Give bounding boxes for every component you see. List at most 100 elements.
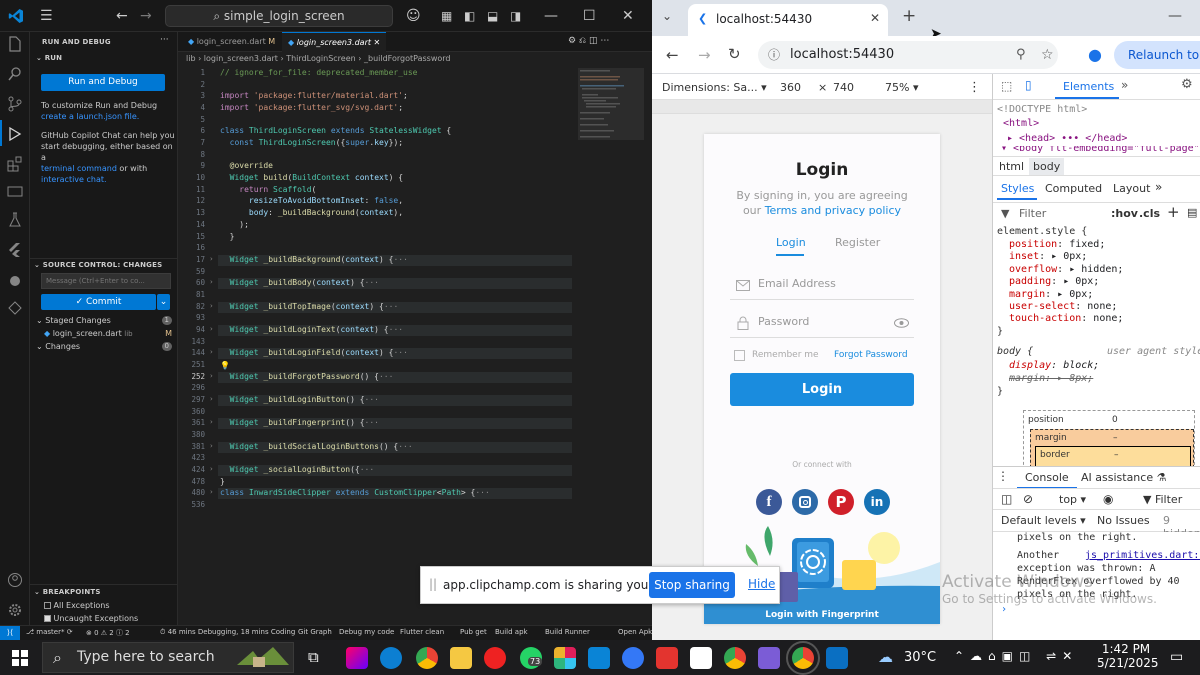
checkbox[interactable] — [44, 602, 51, 609]
dom-html[interactable]: <html> — [1003, 118, 1039, 129]
hov-toggle[interactable]: :hov — [1111, 207, 1138, 220]
more-actions-icon[interactable]: ··· — [160, 35, 169, 45]
code-line[interactable]: } — [220, 477, 225, 486]
code-line[interactable]: } — [220, 232, 235, 241]
more-tabs-icon[interactable]: » — [1121, 78, 1128, 92]
run-debug-icon[interactable] — [7, 126, 23, 142]
windows-start-icon[interactable] — [12, 650, 28, 666]
checkbox-checked[interactable] — [44, 615, 51, 622]
remember-me-checkbox[interactable] — [734, 350, 745, 361]
code-line[interactable]: body: _buildBackground(context), — [220, 208, 403, 217]
run-and-debug-button[interactable]: Run and Debug — [41, 74, 165, 91]
console-filter[interactable]: ▼ Filter — [1143, 493, 1182, 506]
code-line[interactable]: return Scaffold( — [220, 185, 316, 194]
file-explorer-icon[interactable] — [450, 647, 472, 669]
system-tray-icons[interactable]: ⌃☁⌂▣◫ ⇌✕ — [954, 649, 1078, 663]
task-view-icon[interactable]: ⧉ — [308, 648, 319, 666]
code-line[interactable]: Widget _buildTopImage(context) {··· — [220, 302, 399, 311]
dom-head[interactable]: ▸ <head> ••• </head> — [1007, 133, 1127, 144]
instagram-icon[interactable] — [792, 489, 818, 515]
forward-arrow-icon[interactable]: → — [140, 8, 152, 24]
facebook-icon[interactable]: f — [756, 489, 782, 515]
gitlens-icon[interactable] — [7, 300, 23, 316]
tab-styles[interactable]: Styles — [1001, 182, 1034, 195]
terminal-command-link[interactable]: terminal command — [41, 164, 117, 173]
app-store-icon[interactable] — [622, 647, 644, 669]
status-flutter-clean[interactable]: Flutter clean — [400, 628, 444, 636]
tab-register[interactable]: Register — [835, 236, 880, 249]
mail-app-icon[interactable] — [826, 647, 848, 669]
tab-layout[interactable]: Layout — [1113, 182, 1150, 195]
fingerprint-label[interactable]: Login with Fingerprint — [704, 610, 940, 620]
browser-tab[interactable]: ❮ localhost:54430 ✕ — [688, 4, 888, 36]
console-sidebar-icon[interactable]: ◫ — [1001, 492, 1012, 506]
settings-gear-icon[interactable] — [7, 602, 23, 618]
slack-icon[interactable] — [554, 647, 576, 669]
commit-button[interactable]: ✓ Commit — [41, 294, 156, 310]
apple-icon[interactable] — [7, 272, 23, 288]
code-line[interactable]: Widget _buildFingerprint() {··· — [220, 418, 379, 427]
code-line[interactable]: Widget _buildForgotPassword() {··· — [220, 372, 394, 381]
toggle-sidebar-icon[interactable]: ▤ — [1187, 206, 1197, 219]
stop-sharing-button[interactable]: Stop sharing — [649, 572, 735, 598]
inspect-element-icon[interactable]: ⬚ — [1001, 79, 1012, 93]
wakatime-indicator[interactable]: ⏱ 46 mins Debugging, 18 mins Coding — [160, 628, 295, 637]
rule-body[interactable]: body { — [997, 346, 1033, 357]
remote-explorer-icon[interactable] — [7, 184, 23, 200]
changes-group[interactable]: ⌄ Changes 0 — [36, 341, 172, 352]
zoom-select[interactable]: 75% ▾ — [885, 81, 918, 94]
tab-elements[interactable]: Elements — [1063, 80, 1114, 93]
code-line[interactable]: const ThirdLoginScreen({super.key}); — [220, 138, 403, 147]
terms-link[interactable]: Terms and privacy policy — [765, 204, 901, 217]
toggle-sidebar-icon[interactable]: ◧ — [464, 8, 475, 24]
testing-icon[interactable] — [7, 212, 23, 228]
staged-file-item[interactable]: ◆ login_screen.dart lib M — [44, 328, 172, 340]
code-line[interactable]: class InwardSideClipper extends CustomCl… — [220, 488, 490, 497]
git-branch[interactable]: ⎇ master* ⟳ — [26, 628, 73, 636]
code-line[interactable]: Widget _buildBody(context) {··· — [220, 278, 379, 287]
fold-chevron-icon[interactable]: › — [210, 418, 213, 426]
levels-select[interactable]: Default levels ▾ — [1001, 514, 1086, 527]
commit-message-input[interactable] — [41, 273, 171, 289]
vscode-app-icon[interactable] — [588, 647, 610, 669]
editor-actions-icon[interactable]: ⚙ ⎌ ◫ ⋯ — [568, 36, 609, 46]
source-control-icon[interactable] — [7, 96, 23, 112]
fold-chevron-icon[interactable]: › — [210, 278, 213, 286]
status-build-runner[interactable]: Build Runner — [545, 628, 590, 636]
command-center-search[interactable]: ⌕ simple_login_screen — [165, 5, 393, 27]
code-line[interactable]: @override — [220, 161, 273, 170]
login-button[interactable]: Login — [730, 373, 914, 406]
forgot-password-link[interactable]: Forgot Password — [834, 350, 908, 360]
close-tab-icon[interactable]: ✕ — [870, 11, 880, 25]
device-toggle-icon[interactable]: ▯ — [1025, 78, 1032, 92]
status-pub-get[interactable]: Pub get — [460, 628, 487, 636]
code-line[interactable]: import 'package:flutter/material.dart'; — [220, 91, 408, 100]
relaunch-button[interactable]: Relaunch to upd — [1114, 41, 1200, 69]
staged-changes-group[interactable]: ⌄ Staged Changes 1 — [36, 315, 172, 326]
settings-gear-icon[interactable]: ⚙ — [1181, 77, 1193, 92]
edge-app-icon[interactable] — [380, 647, 402, 669]
new-rule-plus-icon[interactable]: + — [1167, 203, 1180, 221]
remote-indicator-icon[interactable]: ⟩⟨ — [0, 626, 20, 640]
linkedin-icon[interactable]: in — [864, 489, 890, 515]
chrome-active-icon[interactable] — [786, 641, 820, 675]
reload-icon[interactable]: ↻ — [728, 45, 741, 63]
tab-computed[interactable]: Computed — [1045, 182, 1102, 195]
code-line[interactable]: // ignore_for_file: deprecated_member_us… — [220, 68, 417, 77]
tab-login-screen[interactable]: ◆ login_screen.dart M — [182, 32, 281, 52]
source-control-header[interactable]: ⌄ SOURCE CONTROL: CHANGES — [34, 261, 162, 269]
viewport-width[interactable]: 360 — [780, 81, 801, 94]
minimize-icon[interactable]: — — [544, 8, 558, 24]
copilot-icon[interactable]: ☺ — [406, 8, 421, 24]
dom-doctype[interactable]: <!DOCTYPE html> — [997, 104, 1087, 115]
whatsapp-icon[interactable]: 73 — [520, 647, 543, 669]
code-line[interactable]: import 'package:flutter_svg/svg.dart'; — [220, 103, 403, 112]
crumb-html[interactable]: html — [999, 160, 1024, 173]
clear-console-icon[interactable]: ⊘ — [1023, 492, 1033, 506]
search-icon[interactable] — [7, 66, 23, 82]
close-window-icon[interactable]: ✕ — [622, 8, 634, 24]
weather-temp[interactable]: 30°C — [904, 650, 936, 665]
fold-chevron-icon[interactable]: › — [210, 465, 213, 473]
site-info-icon[interactable]: ⓘ — [768, 41, 780, 69]
code-line[interactable]: Widget build(BuildContext context) { — [220, 173, 403, 182]
